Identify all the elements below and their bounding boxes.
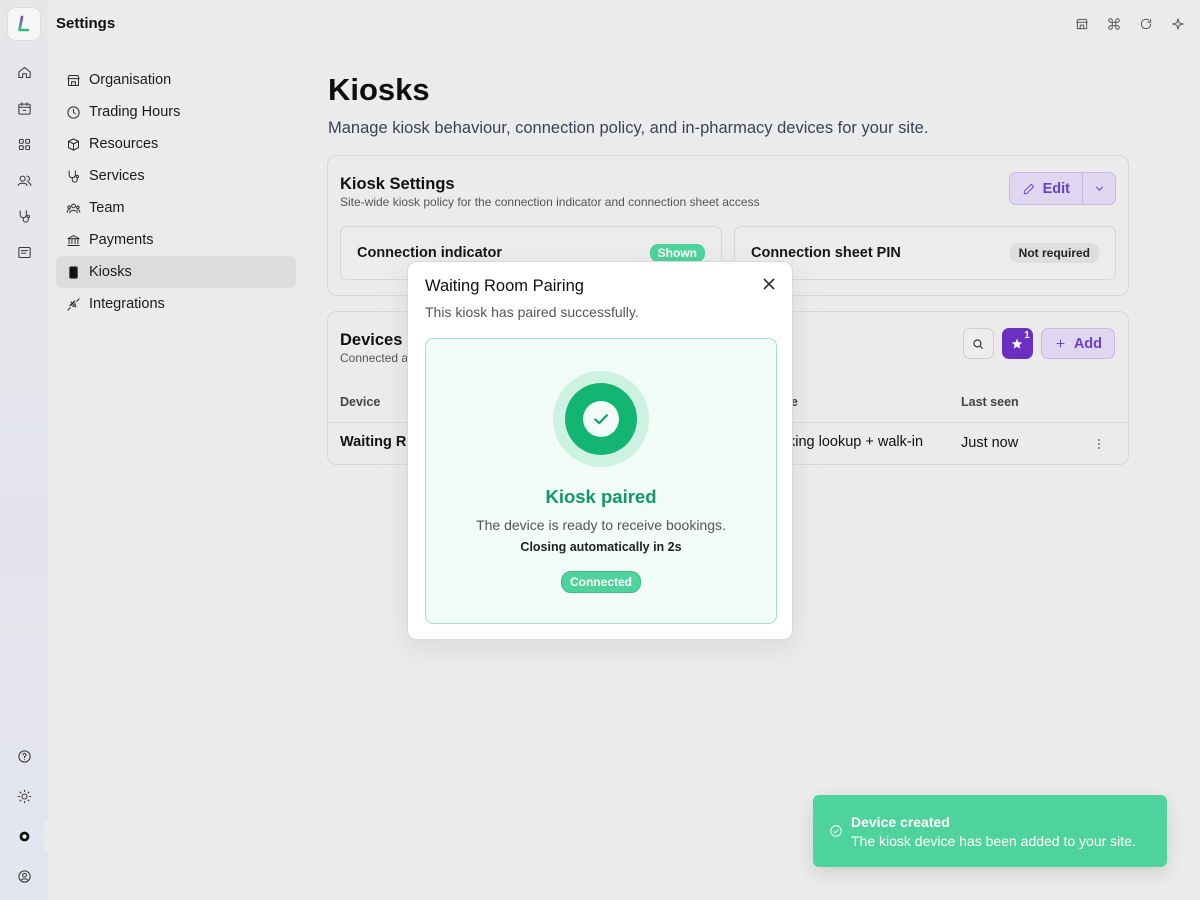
nav-item-resources[interactable]: Resources: [56, 128, 296, 160]
add-device-button[interactable]: Add: [1040, 328, 1115, 359]
nav-item-label: Resources: [89, 136, 159, 152]
store-icon: [67, 74, 80, 86]
column-header-last-seen: Last seen: [961, 395, 1019, 409]
command-icon[interactable]: [1104, 14, 1124, 34]
success-panel: Kiosk paired The device is ready to rece…: [425, 338, 777, 624]
account-icon[interactable]: [14, 866, 34, 886]
nav-item-label: Kiosks: [89, 264, 132, 280]
settings-nav: Organisation Trading Hours Resources Ser…: [56, 64, 296, 320]
nav-item-label: Services: [89, 168, 145, 184]
tablet-icon: [69, 265, 78, 279]
bank-icon: [67, 234, 80, 246]
nav-item-payments[interactable]: Payments: [56, 224, 296, 256]
page-title: Kiosks: [328, 72, 430, 107]
calendar-icon[interactable]: [14, 98, 34, 118]
edit-menu-button[interactable]: [1083, 173, 1115, 204]
success-check-icon: [553, 371, 649, 467]
nav-item-label: Payments: [89, 232, 154, 248]
toast-title: Device created: [851, 814, 950, 830]
nav-item-team[interactable]: Team: [56, 192, 296, 224]
add-label: Add: [1073, 335, 1102, 352]
nav-item-label: Trading Hours: [89, 104, 181, 120]
star-icon: [1012, 338, 1023, 349]
setting-label: Connection indicator: [357, 245, 502, 261]
refresh-icon[interactable]: [1136, 14, 1156, 34]
active-rail-indicator: [44, 820, 50, 852]
nav-item-label: Team: [89, 200, 125, 216]
nav-item-organisation[interactable]: Organisation: [56, 64, 296, 96]
connected-badge: Connected: [560, 571, 641, 593]
device-name-cell[interactable]: Waiting Ro: [340, 434, 415, 450]
settings-icon[interactable]: [14, 826, 34, 846]
plus-icon: [1056, 339, 1065, 348]
devices-toolbar: 1 Add: [962, 328, 1115, 359]
box-icon: [68, 137, 79, 151]
sparkle-icon[interactable]: [1168, 14, 1188, 34]
toast-message: The kiosk device has been added to your …: [851, 833, 1136, 849]
card-title: Devices: [340, 331, 403, 349]
status-badge: Not required: [1009, 243, 1099, 263]
nav-item-trading-hours[interactable]: Trading Hours: [56, 96, 296, 128]
clock-icon: [67, 105, 80, 119]
pencil-icon: [1023, 183, 1034, 194]
card-title: Kiosk Settings: [340, 175, 455, 193]
search-icon: [973, 338, 984, 349]
users-icon[interactable]: [14, 170, 34, 190]
edit-button[interactable]: Edit: [1010, 173, 1083, 204]
nav-item-integrations[interactable]: Integrations: [56, 288, 296, 320]
store-icon[interactable]: [1072, 14, 1092, 34]
device-last-seen-cell: Just now: [961, 435, 1019, 451]
close-icon[interactable]: [760, 275, 778, 293]
nav-item-label: Organisation: [89, 72, 172, 88]
search-button[interactable]: [962, 328, 994, 359]
plug-icon: [67, 297, 80, 311]
nav-item-kiosks[interactable]: Kiosks: [56, 256, 296, 288]
home-icon[interactable]: [14, 62, 34, 82]
notifications-button[interactable]: 1: [1001, 328, 1033, 359]
help-icon[interactable]: [14, 746, 34, 766]
setting-label: Connection sheet PIN: [751, 245, 901, 261]
row-menu-icon[interactable]: [1092, 436, 1106, 452]
card-subtitle: Connected a: [340, 351, 409, 365]
app-title: Settings: [56, 15, 116, 32]
nav-item-label: Integrations: [89, 296, 165, 312]
auto-close-countdown: Closing automatically in 2s: [520, 540, 682, 554]
team-icon: [66, 203, 81, 213]
page-subtitle: Manage kiosk behaviour, connection polic…: [328, 119, 929, 137]
top-toolbar: [1072, 14, 1188, 34]
sun-icon[interactable]: [14, 786, 34, 806]
stethoscope-icon: [68, 169, 79, 183]
status-badge: Shown: [649, 244, 705, 262]
brand-logo-icon[interactable]: [8, 8, 40, 40]
card-subtitle: Site-wide kiosk policy for the connectio…: [340, 195, 760, 209]
pairing-dialog: Waiting Room Pairing This kiosk has pair…: [407, 261, 793, 640]
edit-button-group: Edit: [1008, 172, 1116, 205]
toast-notification[interactable]: Device created The kiosk device has been…: [813, 795, 1167, 867]
success-description: The device is ready to receive bookings.: [476, 517, 726, 533]
grid-icon[interactable]: [14, 134, 34, 154]
icon-rail: [0, 0, 50, 900]
edit-label: Edit: [1042, 180, 1070, 197]
message-icon[interactable]: [14, 242, 34, 262]
dialog-subtitle: This kiosk has paired successfully.: [425, 304, 639, 320]
chevron-down-icon: [1095, 186, 1103, 191]
notification-count: 1: [1024, 330, 1030, 341]
dialog-title: Waiting Room Pairing: [425, 277, 584, 295]
check-circle-icon: [829, 824, 843, 838]
stethoscope-icon[interactable]: [14, 206, 34, 226]
nav-item-services[interactable]: Services: [56, 160, 296, 192]
column-header-device: Device: [340, 395, 381, 409]
device-mode-cell: king lookup + walk-in: [788, 434, 924, 450]
connected-badge-wrap: Connected: [426, 571, 776, 593]
success-title: Kiosk paired: [545, 486, 657, 507]
